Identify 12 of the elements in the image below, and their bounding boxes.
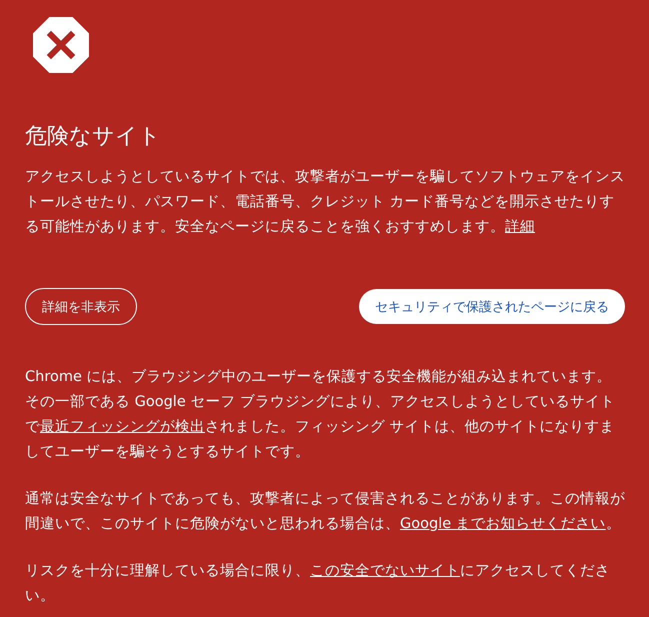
details-paragraph: 通常は安全なサイトであっても、攻撃者によって侵害されることがあります。この情報が間違いで、このサイトに危険がないと思われる場合は、Google までお知らせください。	[25, 490, 625, 534]
paragraph-link[interactable]: この安全でないサイト	[310, 563, 460, 579]
details-paragraph: リスクを十分に理解している場合に限り、この安全でないサイト にアクセスしてください。	[25, 562, 611, 606]
details-link[interactable]: 詳細	[505, 219, 535, 235]
paragraph-link[interactable]: 最近フィッシングが検出	[40, 419, 205, 435]
danger-icon	[33, 17, 89, 73]
hide-details-button[interactable]: 詳細を非表示	[25, 288, 137, 325]
paragraph-link[interactable]: Google までお知らせください	[400, 516, 606, 532]
details-paragraph: Chrome には、ブラウジング中のユーザーを保護する安全機能が組み込まれています。その一部である Google セーフ ブラウジングにより、アクセスしようとしているサイトで最近フィッシングが検出 されました。フィッシング サイトは、他のサイトになりすましてユーザーを騙そうとするサイトです。	[25, 368, 616, 462]
back-to-safety-button[interactable]: セキュリティで保護されたページに戻る	[359, 289, 625, 324]
warning-text: アクセスしようとしているサイトでは、攻撃者がユーザーを騙してソフトウェアをインストールさせたり、パスワード、電話番号、クレジット カード番号などを開示させたりする可能性があります。安全なページに戻ることを強くおすすめします。詳細	[25, 168, 625, 237]
page-title: 危険なサイト	[25, 123, 162, 151]
